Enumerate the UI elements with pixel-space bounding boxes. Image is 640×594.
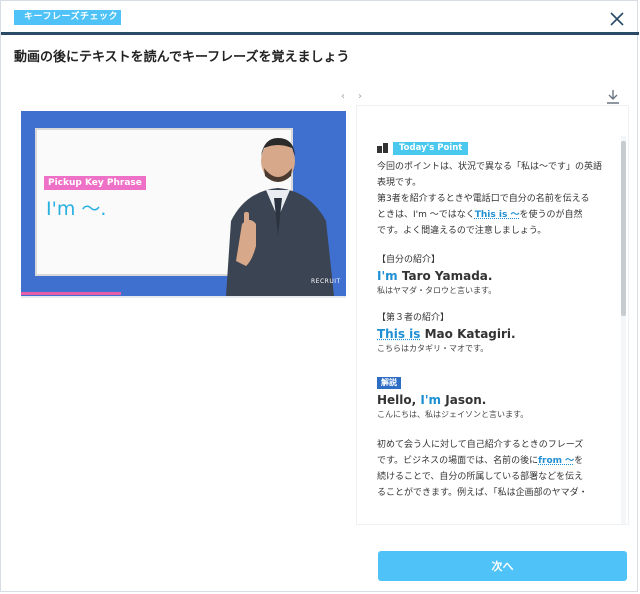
example-key: I'm (377, 269, 398, 283)
explanation-text: を (574, 456, 584, 466)
example-rest: Jason. (445, 393, 487, 407)
intro-line: です。よく間違えるので注意しましょう。 (377, 226, 547, 236)
video-timeline[interactable] (21, 296, 346, 298)
panel-content: Today's Point 今回のポイントは、状況で異なる「私は〜です」の英語 … (377, 141, 603, 501)
intro-line: 今回のポイントは、状況で異なる「私は〜です」の英語 (377, 162, 603, 172)
example-label: 【第３者の紹介】 (377, 313, 450, 323)
intro-line: 表現です。 (377, 178, 422, 188)
next-button[interactable]: 次へ (378, 551, 627, 581)
explanation-line: ることができます。例えば、「私は企画部のヤマダ・ (377, 488, 588, 498)
example-english: I'm Taro Yamada. (377, 267, 599, 285)
from-highlight: from 〜 (538, 456, 575, 466)
scrollbar-thumb[interactable] (621, 141, 626, 316)
example-key: This is (377, 327, 421, 341)
example-label: 【自分の紹介】 (377, 255, 441, 265)
intro-paragraph: 今回のポイントは、状況で異なる「私は〜です」の英語 表現です。 第3者を紹介する… (377, 159, 603, 239)
example-japanese: 私はヤマダ・タロウと言います。 (377, 286, 497, 295)
example-rest: Taro Yamada. (401, 269, 493, 283)
example-pre: Hello, (377, 393, 417, 407)
intro-text: を使うのが自然 (519, 210, 583, 220)
example-key: I'm (420, 393, 442, 407)
instruction-text: 動画の後にテキストを読んでキーフレーズを覚えましょう (14, 50, 350, 65)
video-progress-bar (21, 292, 121, 295)
close-icon (610, 12, 624, 26)
intro-line: ときは、I'm 〜ではなくThis is 〜を使うのが自然 (377, 207, 599, 223)
next-arrow-icon[interactable]: › (358, 91, 362, 102)
modal-window: キーフレーズチェック 動画の後にテキストを読んでキーフレーズを覚えましょう ‹ … (0, 0, 639, 592)
example-english: Hello, I'm Jason. (377, 391, 599, 409)
presenter-image (226, 138, 334, 296)
pickup-key-phrase-tag: Pickup Key Phrase (44, 176, 146, 190)
download-icon (607, 90, 619, 104)
explanation-line: 初めて会う人に対して自己紹介するときのフレーズ (377, 440, 584, 450)
explanation-line: 続けることで、自分の所属している部署などを伝え (377, 472, 584, 482)
prev-arrow-icon[interactable]: ‹ (341, 91, 345, 102)
download-button[interactable] (606, 89, 620, 105)
this-is-highlight: This is 〜 (474, 210, 520, 220)
explanation-text: です。ビジネスの場面では、名前の後に (377, 456, 539, 466)
intro-text: ときは、I'm 〜ではなく (377, 210, 475, 220)
explanation-paragraph: 初めて会う人に対して自己紹介するときのフレーズ です。ビジネスの場面では、名前の… (377, 437, 599, 501)
example-rest: Mao Katagiri. (424, 327, 516, 341)
header-divider (1, 32, 639, 35)
intro-line: 第3者を紹介するときや電話口で自分の名前を伝える (377, 194, 590, 204)
example-japanese: こんにちは、私はジェイソンと言います。 (377, 410, 529, 419)
key-phrase-text-panel[interactable]: Today's Point 今回のポイントは、状況で異なる「私は〜です」の英語 … (356, 105, 629, 525)
recruit-logo: RECRUIT (311, 278, 341, 285)
todays-point-header: Today's Point (377, 141, 599, 155)
key-phrase: I'm 〜. (46, 198, 107, 220)
kaisetsu-tag: 解説 (377, 377, 401, 389)
key-phrase-check-badge: キーフレーズチェック (14, 10, 121, 25)
explanation-line: です。ビジネスの場面では、名前の後にfrom 〜を (377, 453, 599, 469)
example-english: This is Mao Katagiri. (377, 325, 599, 343)
point-icon (377, 143, 388, 153)
video-player[interactable]: Pickup Key Phrase I'm 〜. RECRUIT (21, 111, 346, 296)
example-japanese: こちらはカタギリ・マオです。 (377, 344, 489, 353)
todays-point-tag: Today's Point (393, 141, 469, 155)
close-button[interactable] (604, 6, 630, 32)
